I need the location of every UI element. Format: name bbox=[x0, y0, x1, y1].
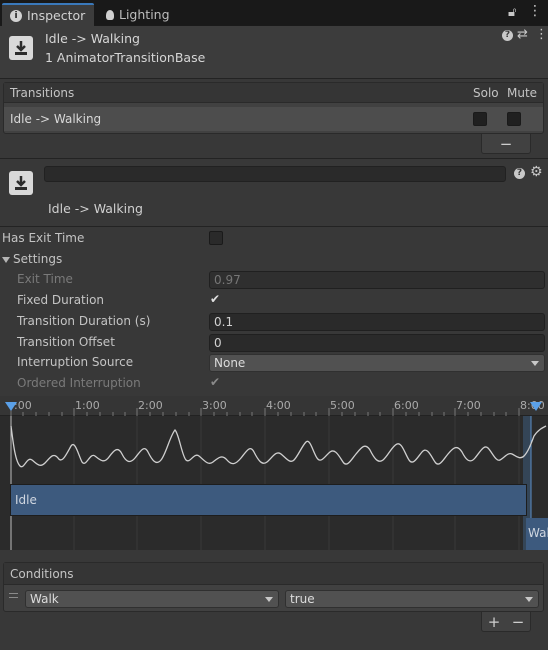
inspector-header: Idle -> Walking 1 AnimatorTransitionBase… bbox=[0, 26, 548, 78]
solo-header-label: Solo bbox=[473, 85, 499, 100]
ordered-interruption-label: Ordered Interruption bbox=[17, 376, 141, 390]
remove-transition-button[interactable]: − bbox=[481, 134, 531, 154]
tab-bar: i Inspector Lighting 🔓︎ ⋮ bbox=[0, 0, 548, 26]
transition-name-field[interactable] bbox=[44, 166, 506, 182]
ruler-ticks bbox=[10, 408, 520, 416]
condition-value-dropdown[interactable]: true bbox=[285, 590, 539, 608]
transition-timeline[interactable]: :00 1:00 2:00 3:00 4:00 5:00 6:00 7:00 8… bbox=[0, 396, 548, 550]
interruption-source-value: None bbox=[214, 356, 246, 370]
remove-condition-button[interactable]: − bbox=[512, 613, 525, 631]
transitions-list-header: Transitions Solo Mute bbox=[4, 83, 543, 103]
condition-param-dropdown[interactable]: Walk bbox=[25, 590, 279, 608]
transition-icon bbox=[9, 36, 33, 60]
mute-header-label: Mute bbox=[507, 85, 538, 100]
info-icon: i bbox=[10, 9, 22, 22]
drag-handle-icon[interactable] bbox=[9, 593, 18, 598]
tab-inspector-label: Inspector bbox=[27, 8, 86, 23]
dropdown-arrow-icon bbox=[265, 597, 273, 602]
has-exit-time-checkbox[interactable] bbox=[209, 231, 223, 245]
remove-transition-label: − bbox=[499, 134, 513, 153]
fixed-duration-label: Fixed Duration bbox=[17, 293, 105, 307]
tab-lighting-label: Lighting bbox=[119, 7, 170, 22]
condition-value: true bbox=[290, 592, 315, 606]
detail-help-icon[interactable]: ? bbox=[514, 168, 525, 179]
transition-start-marker-icon[interactable] bbox=[5, 402, 17, 411]
more-menu-icon[interactable]: ⋮ bbox=[528, 3, 542, 19]
fixed-duration-checkbox[interactable]: ✔ bbox=[210, 292, 220, 306]
walking-clip-bar[interactable]: Walking bbox=[526, 518, 548, 550]
interruption-source-dropdown[interactable]: None bbox=[209, 354, 545, 372]
foldout-arrow-icon bbox=[2, 256, 10, 263]
idle-clip-bar[interactable]: Idle bbox=[10, 484, 527, 516]
dropdown-arrow-icon bbox=[525, 597, 533, 602]
conditions-header: Conditions bbox=[4, 563, 543, 585]
interruption-source-label: Interruption Source bbox=[17, 355, 134, 369]
conditions-list: Conditions Walk true bbox=[3, 562, 544, 612]
conditions-footer: + − bbox=[481, 612, 531, 632]
transition-label: Idle -> Walking bbox=[48, 201, 143, 216]
has-exit-time-label: Has Exit Time bbox=[2, 231, 85, 245]
transitions-list: Transitions Solo Mute Idle -> Walking bbox=[3, 82, 544, 134]
header-title: Idle -> Walking bbox=[45, 31, 140, 46]
ordered-interruption-checkbox[interactable]: ✔ bbox=[210, 375, 220, 389]
transitions-header-label: Transitions bbox=[10, 85, 75, 100]
transition-row-label: Idle -> Walking bbox=[10, 112, 102, 126]
transition-duration-field[interactable]: 0.1 bbox=[209, 313, 545, 331]
lock-icon[interactable]: 🔓︎ bbox=[508, 5, 516, 20]
settings-gear-icon[interactable]: ⚙ bbox=[530, 164, 543, 180]
mute-toggle[interactable] bbox=[507, 112, 521, 126]
settings-foldout[interactable]: Settings bbox=[2, 252, 62, 266]
idle-clip-label: Idle bbox=[15, 493, 37, 507]
conditions-header-label: Conditions bbox=[10, 566, 74, 581]
timeline-grid bbox=[10, 416, 547, 550]
header-subtitle: 1 AnimatorTransitionBase bbox=[45, 50, 206, 65]
exit-time-field[interactable]: 0.97 bbox=[209, 271, 545, 289]
transition-offset-label: Transition Offset bbox=[17, 335, 115, 349]
transition-end-marker-icon[interactable] bbox=[530, 402, 542, 411]
preset-icon[interactable]: ⇄ bbox=[517, 27, 528, 42]
bulb-icon bbox=[106, 9, 114, 20]
walking-clip-label: Walking bbox=[528, 526, 548, 540]
solo-toggle[interactable] bbox=[473, 112, 487, 126]
transition-row[interactable]: Idle -> Walking bbox=[4, 107, 543, 131]
transition-offset-field[interactable]: 0 bbox=[209, 334, 545, 352]
condition-param-value: Walk bbox=[30, 592, 59, 606]
timeline-ruler[interactable]: :00 1:00 2:00 3:00 4:00 5:00 6:00 7:00 8… bbox=[0, 396, 548, 416]
dropdown-arrow-icon bbox=[531, 361, 539, 366]
animation-curve bbox=[10, 425, 547, 468]
tab-lighting[interactable]: Lighting bbox=[98, 3, 178, 26]
tab-inspector[interactable]: i Inspector bbox=[2, 3, 94, 26]
settings-label: Settings bbox=[13, 252, 63, 266]
header-more-icon[interactable]: ⋮ bbox=[535, 27, 548, 42]
transition-detail-icon bbox=[9, 171, 33, 195]
add-condition-button[interactable]: + bbox=[488, 613, 501, 631]
transition-duration-label: Transition Duration (s) bbox=[17, 314, 151, 328]
exit-time-label: Exit Time bbox=[17, 272, 73, 286]
help-icon[interactable]: ? bbox=[502, 30, 513, 41]
